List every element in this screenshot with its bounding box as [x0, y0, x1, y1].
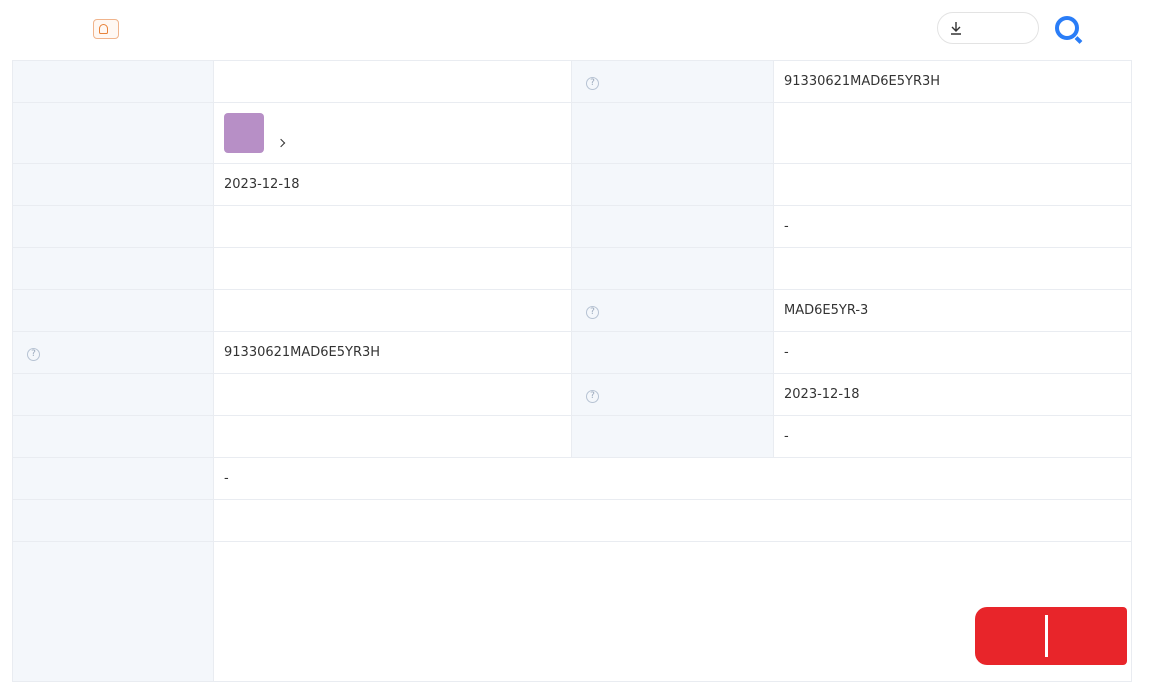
label-business-scope — [12, 541, 214, 682]
label-approval-date: ? — [571, 373, 774, 416]
table-row — [12, 499, 1132, 542]
label-registered-address — [12, 499, 214, 542]
label-legal-rep — [12, 102, 214, 164]
chevron-right-icon — [276, 138, 286, 148]
value-company-name — [213, 60, 572, 103]
value-business-status — [773, 102, 1132, 164]
label-registration-number — [12, 289, 214, 332]
value-org-code: MAD6E5YR-3 — [773, 289, 1132, 332]
table-row: 2023-12-18 — [12, 163, 1132, 206]
table-row — [12, 102, 1132, 164]
table-row: ? 2023-12-18 — [12, 373, 1132, 416]
download-data-button[interactable] — [937, 12, 1039, 44]
table-row — [12, 247, 1132, 290]
value-registered-capital — [213, 205, 572, 248]
label-industry — [571, 247, 774, 290]
label-founded-date — [12, 163, 214, 206]
label-paid-capital — [571, 205, 774, 248]
table-row: - — [12, 457, 1132, 500]
value-company-type — [213, 247, 572, 290]
label-insured-count — [571, 415, 774, 458]
label-taxpayer-qualification — [571, 331, 774, 374]
value-former-name: - — [213, 457, 1132, 500]
label-business-term — [12, 373, 214, 416]
table-row: ? MAD6E5YR-3 — [12, 289, 1132, 332]
avatar[interactable] — [224, 113, 264, 153]
label-credit-code: ? — [571, 60, 774, 103]
value-registered-address — [213, 499, 1132, 542]
label-business-status — [571, 102, 774, 164]
table-row — [12, 541, 1132, 682]
label-company-type — [12, 247, 214, 290]
value-approval-date: 2023-12-18 — [773, 373, 1132, 416]
table-row: - — [12, 205, 1132, 248]
value-paid-capital: - — [773, 205, 1132, 248]
legal-rep-company-count-link[interactable] — [274, 136, 286, 151]
news-watermark-logo — [975, 607, 1127, 665]
value-industry — [773, 247, 1132, 290]
value-legal-rep — [213, 102, 572, 164]
table-row: ? 91330621MAD6E5YR3H - — [12, 331, 1132, 374]
download-icon — [951, 22, 961, 35]
help-icon[interactable]: ? — [586, 306, 599, 319]
value-founded-date: 2023-12-18 — [213, 163, 572, 206]
legal-rep-card — [224, 103, 561, 163]
value-admin-region — [773, 163, 1132, 206]
help-icon[interactable]: ? — [27, 348, 40, 361]
watermark-divider — [1045, 615, 1048, 657]
label-registered-capital — [12, 205, 214, 248]
value-taxpayer-id: 91330621MAD6E5YR3H — [213, 331, 572, 374]
magnifier-logo-icon — [1055, 16, 1079, 40]
value-taxpayer-qualification: - — [773, 331, 1132, 374]
value-insured-count: - — [773, 415, 1132, 458]
label-former-name — [12, 457, 214, 500]
value-registration-authority — [213, 415, 572, 458]
label-admin-region — [571, 163, 774, 206]
business-registration-table: ? 91330621MAD6E5YR3H 2023-12-18 - ? MAD6… — [12, 60, 1132, 682]
value-registration-number — [213, 289, 572, 332]
section-header — [0, 0, 1149, 60]
label-registration-authority — [12, 415, 214, 458]
bell-icon — [99, 24, 108, 34]
label-taxpayer-id: ? — [12, 331, 214, 374]
table-row: - — [12, 415, 1132, 458]
change-remind-button[interactable] — [93, 19, 119, 39]
table-row: ? 91330621MAD6E5YR3H — [12, 60, 1132, 103]
label-company-name — [12, 60, 214, 103]
label-org-code: ? — [571, 289, 774, 332]
value-business-term — [213, 373, 572, 416]
help-icon[interactable]: ? — [586, 390, 599, 403]
value-credit-code: 91330621MAD6E5YR3H — [773, 60, 1132, 103]
help-icon[interactable]: ? — [586, 77, 599, 90]
